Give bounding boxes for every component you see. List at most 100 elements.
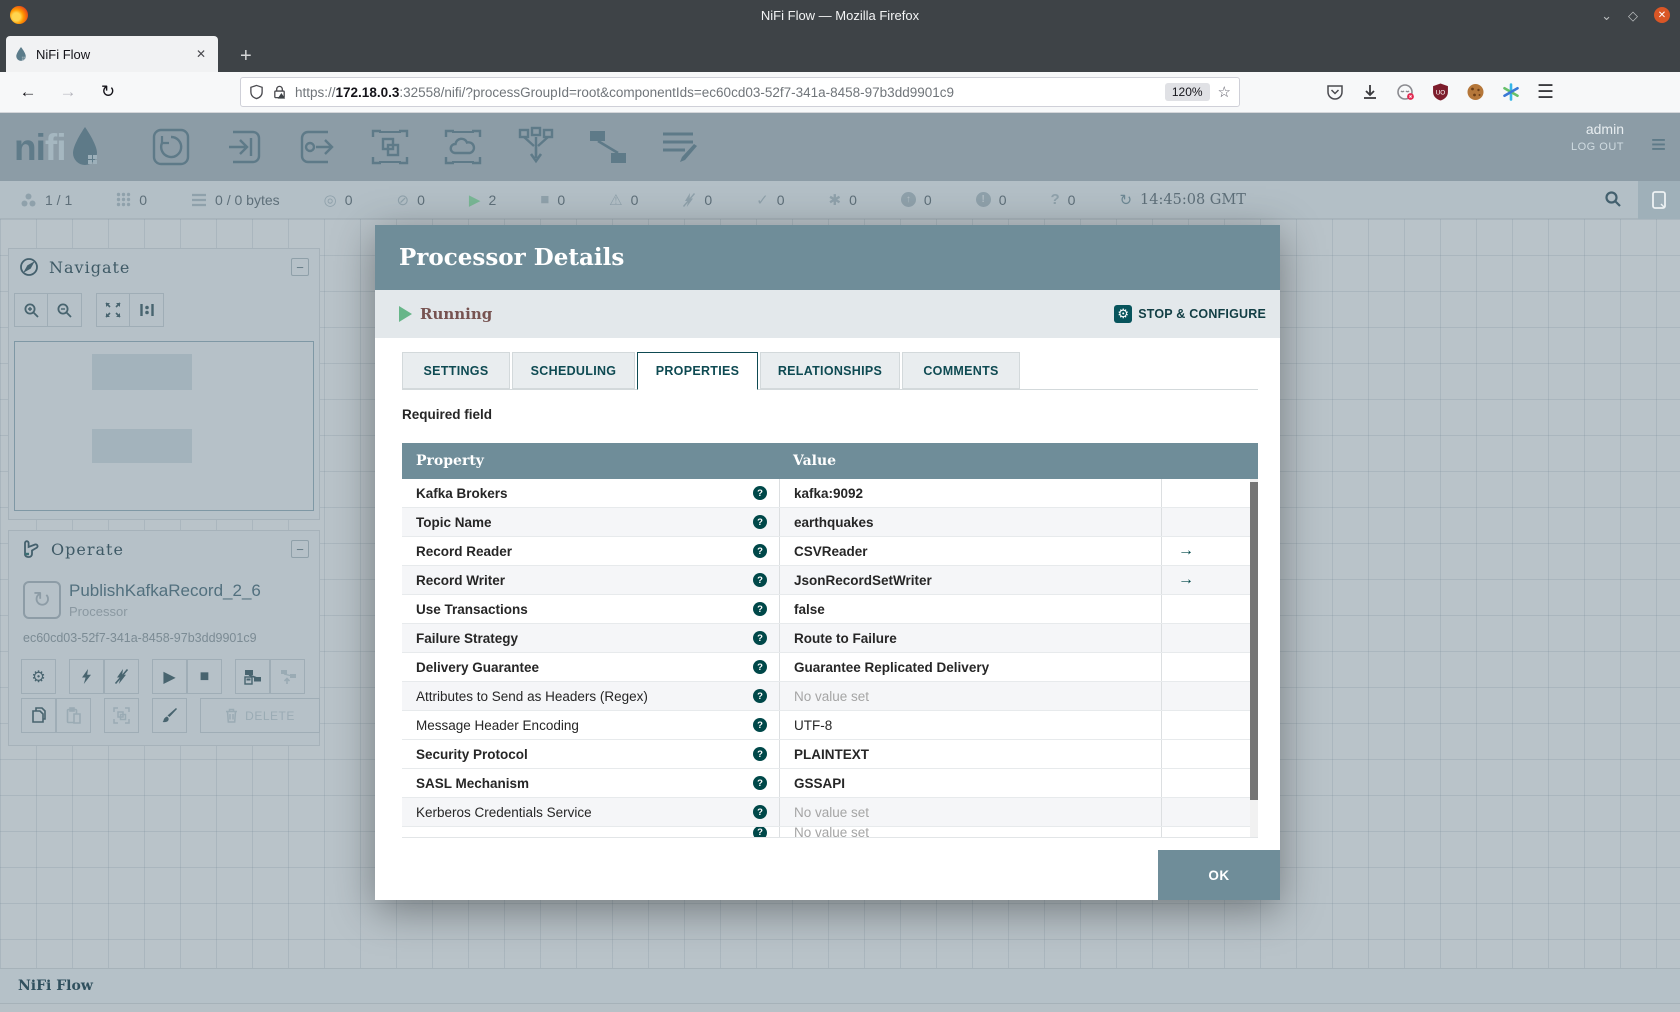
configure-gear-button[interactable]: ⚙ — [21, 659, 56, 694]
stop-button[interactable]: ■ — [187, 659, 222, 694]
zoom-actual-size-button[interactable] — [130, 293, 164, 327]
table-row[interactable]: Attributes to Send as Headers (Regex)? N… — [402, 682, 1258, 711]
zoom-fit-button[interactable] — [96, 293, 130, 327]
browser-navbar: ← → ↻ https://172.18.0.3:32558/nifi/?pro… — [0, 72, 1680, 113]
browser-menu-icon[interactable]: ☰ — [1537, 81, 1554, 104]
funnel-icon[interactable] — [515, 126, 557, 168]
breadcrumb[interactable]: NiFi Flow — [18, 978, 93, 994]
collapse-operate-button[interactable]: − — [291, 540, 309, 558]
copy-button[interactable] — [21, 698, 56, 733]
help-icon[interactable]: ? — [753, 805, 767, 819]
reload-button[interactable]: ↻ — [96, 82, 120, 102]
refresh-icon[interactable]: ↻ — [1119, 191, 1132, 209]
status-history-panel-button[interactable] — [1638, 181, 1680, 219]
ublock-icon[interactable]: UO — [1432, 83, 1449, 101]
help-icon[interactable]: ? — [753, 486, 767, 500]
table-row[interactable]: Message Header Encoding? UTF-8 — [402, 711, 1258, 740]
start-button[interactable]: ▶ — [152, 659, 187, 694]
stop-and-configure-button[interactable]: ⚙ STOP & CONFIGURE — [1114, 305, 1266, 323]
collapse-navigate-button[interactable]: − — [291, 258, 309, 276]
tab-close-icon[interactable]: ✕ — [192, 45, 210, 63]
statusbar-locally-modified: ✱ 0 — [828, 191, 857, 209]
goto-service-icon[interactable]: → — [1178, 542, 1194, 560]
save-template-button[interactable] — [235, 659, 270, 694]
bookmark-star-icon[interactable]: ☆ — [1218, 83, 1231, 101]
statusbar-refresh[interactable]: ↻ 14:45:08 GMT — [1119, 191, 1245, 209]
table-row[interactable]: Kerberos Credentials Service? No value s… — [402, 798, 1258, 827]
browser-tab[interactable]: NiFi Flow ✕ — [6, 36, 218, 72]
shield-icon[interactable] — [249, 84, 264, 100]
scrollbar-thumb[interactable] — [1250, 482, 1258, 800]
window-restore-icon[interactable]: ◇ — [1628, 9, 1638, 22]
new-tab-button[interactable]: + — [232, 45, 260, 72]
zoom-level-badge[interactable]: 120% — [1164, 83, 1210, 101]
input-port-icon[interactable] — [223, 126, 265, 168]
processor-icon[interactable] — [150, 126, 192, 168]
tab-comments[interactable]: COMMENTS — [902, 352, 1020, 389]
extension-asterisk-icon[interactable] — [1502, 83, 1520, 101]
tab-properties[interactable]: PROPERTIES — [637, 352, 758, 390]
nifi-footer: NiFi Flow — [0, 968, 1680, 1004]
downloads-icon[interactable] — [1361, 83, 1379, 101]
tab-settings[interactable]: SETTINGS — [402, 352, 510, 389]
help-icon[interactable]: ? — [753, 747, 767, 761]
group-button — [104, 698, 139, 733]
nifi-menu-icon[interactable]: ≡ — [1651, 131, 1666, 157]
table-row[interactable]: Kafka Brokers? kafka:9092 — [402, 479, 1258, 508]
enable-bolt-button[interactable] — [69, 659, 104, 694]
tab-scheduling[interactable]: SCHEDULING — [512, 352, 635, 389]
help-icon[interactable]: ? — [753, 631, 767, 645]
lock-warning-icon[interactable] — [272, 84, 287, 100]
remote-process-group-icon[interactable] — [442, 126, 484, 168]
zoom-out-button[interactable] — [48, 293, 82, 327]
table-row[interactable]: Delivery Guarantee? Guarantee Replicated… — [402, 653, 1258, 682]
table-row[interactable]: Failure Strategy? Route to Failure — [402, 624, 1258, 653]
question-icon: ? — [1050, 191, 1060, 208]
table-row[interactable]: Topic Name? earthquakes — [402, 508, 1258, 537]
help-icon[interactable]: ? — [753, 776, 767, 790]
table-scrollbar[interactable] — [1250, 479, 1258, 837]
tab-relationships[interactable]: RELATIONSHIPS — [760, 352, 900, 389]
search-icon[interactable] — [1604, 190, 1622, 211]
label-icon[interactable] — [659, 126, 701, 168]
forward-button[interactable]: → — [56, 82, 80, 102]
transmitting-icon: ◎ — [323, 191, 337, 209]
container-mask-icon[interactable] — [1396, 83, 1415, 101]
table-row[interactable]: Record Writer? JsonRecordSetWriter → — [402, 566, 1258, 595]
table-row-partial[interactable]: ? No value set — [402, 827, 1258, 837]
dialog-header: Processor Details — [375, 225, 1280, 290]
goto-service-icon[interactable]: → — [1178, 571, 1194, 589]
process-group-icon[interactable] — [369, 126, 411, 168]
invalid-warning-icon: ⚠ — [609, 191, 623, 209]
window-minimize-icon[interactable]: ⌄ — [1601, 9, 1612, 22]
table-row[interactable]: Use Transactions? false — [402, 595, 1258, 624]
logout-link[interactable]: LOG OUT — [1571, 141, 1624, 153]
color-brush-button[interactable] — [152, 698, 187, 733]
disable-bolt-slash-button[interactable] — [104, 659, 139, 694]
window-close-icon[interactable]: ✕ — [1654, 7, 1670, 23]
check-icon: ✓ — [756, 191, 769, 209]
table-row[interactable]: Security Protocol? PLAINTEXT — [402, 740, 1258, 769]
help-icon[interactable]: ? — [753, 718, 767, 732]
ok-button[interactable]: OK — [1158, 850, 1280, 900]
statusbar-active-threads: 0 — [116, 192, 147, 208]
back-button[interactable]: ← — [16, 82, 40, 102]
statusbar-stopped: ■ 0 — [540, 191, 566, 208]
birdseye-minimap[interactable] — [14, 341, 314, 511]
output-port-icon[interactable] — [296, 126, 338, 168]
pocket-icon[interactable] — [1326, 83, 1344, 101]
help-icon[interactable]: ? — [753, 573, 767, 587]
zoom-in-button[interactable] — [14, 293, 48, 327]
statusbar-clustered-nodes: 1 / 1 — [20, 192, 72, 208]
table-row[interactable]: SASL Mechanism? GSSAPI — [402, 769, 1258, 798]
table-row[interactable]: Record Reader? CSVReader → — [402, 537, 1258, 566]
help-icon[interactable]: ? — [753, 602, 767, 616]
help-icon[interactable]: ? — [753, 660, 767, 674]
help-icon[interactable]: ? — [753, 544, 767, 558]
template-icon[interactable] — [588, 127, 628, 167]
help-icon[interactable]: ? — [753, 689, 767, 703]
help-icon[interactable]: ? — [753, 515, 767, 529]
url-bar[interactable]: https://172.18.0.3:32558/nifi/?processGr… — [240, 77, 1240, 107]
statusbar-running: ▶ 2 — [468, 191, 497, 209]
cookie-icon[interactable] — [1466, 83, 1485, 101]
